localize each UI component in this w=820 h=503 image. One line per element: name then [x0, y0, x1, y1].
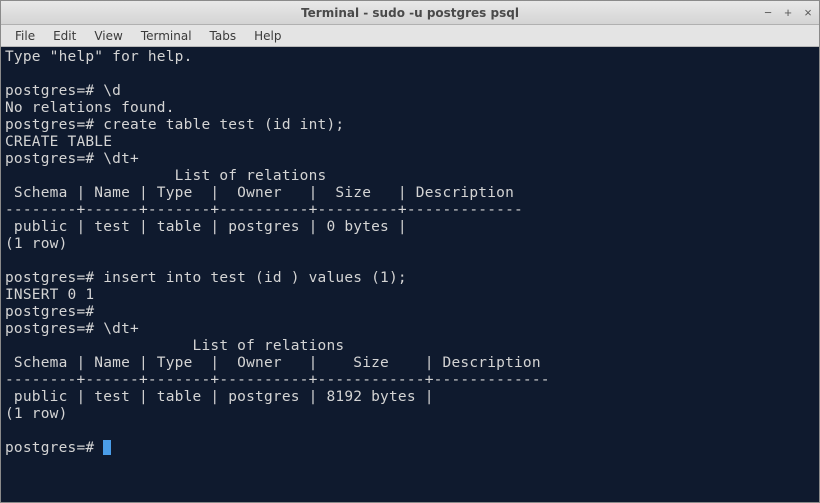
- terminal-line: postgres=# \d: [5, 83, 121, 99]
- close-button[interactable]: ×: [801, 6, 815, 20]
- terminal-line: --------+------+-------+----------+-----…: [5, 202, 523, 218]
- terminal-line: --------+------+-------+----------+-----…: [5, 372, 550, 388]
- terminal-line: Schema | Name | Type | Owner | Size | De…: [5, 355, 550, 371]
- menu-view[interactable]: View: [86, 27, 130, 45]
- terminal-line: postgres=# create table test (id int);: [5, 117, 344, 133]
- menu-terminal[interactable]: Terminal: [133, 27, 200, 45]
- terminal-line: List of relations: [5, 168, 326, 184]
- titlebar: Terminal - sudo -u postgres psql − + ×: [1, 1, 819, 25]
- terminal-line: INSERT 0 1: [5, 287, 94, 303]
- terminal-line: (1 row): [5, 236, 68, 252]
- terminal-line: Type "help" for help.: [5, 49, 193, 65]
- terminal-output[interactable]: Type "help" for help. postgres=# \d No r…: [1, 47, 819, 502]
- maximize-button[interactable]: +: [781, 6, 795, 20]
- menu-tabs[interactable]: Tabs: [202, 27, 245, 45]
- terminal-line: postgres=# \dt+: [5, 151, 139, 167]
- terminal-line: No relations found.: [5, 100, 175, 116]
- cursor-icon: [103, 440, 111, 455]
- terminal-prompt: postgres=#: [5, 440, 103, 456]
- minimize-button[interactable]: −: [761, 6, 775, 20]
- window-title: Terminal - sudo -u postgres psql: [301, 6, 519, 20]
- terminal-line: List of relations: [5, 338, 344, 354]
- terminal-line: public | test | table | postgres | 8192 …: [5, 389, 443, 405]
- terminal-window: Terminal - sudo -u postgres psql − + × F…: [0, 0, 820, 503]
- terminal-line: postgres=#: [5, 304, 103, 320]
- terminal-line: postgres=# insert into test (id ) values…: [5, 270, 407, 286]
- terminal-line: public | test | table | postgres | 0 byt…: [5, 219, 416, 235]
- terminal-line: (1 row): [5, 406, 68, 422]
- terminal-line: CREATE TABLE: [5, 134, 112, 150]
- menu-file[interactable]: File: [7, 27, 43, 45]
- terminal-line: postgres=# \dt+: [5, 321, 139, 337]
- menu-edit[interactable]: Edit: [45, 27, 84, 45]
- terminal-line: Schema | Name | Type | Owner | Size | De…: [5, 185, 523, 201]
- window-controls: − + ×: [761, 6, 815, 20]
- menu-help[interactable]: Help: [246, 27, 289, 45]
- menubar: File Edit View Terminal Tabs Help: [1, 25, 819, 47]
